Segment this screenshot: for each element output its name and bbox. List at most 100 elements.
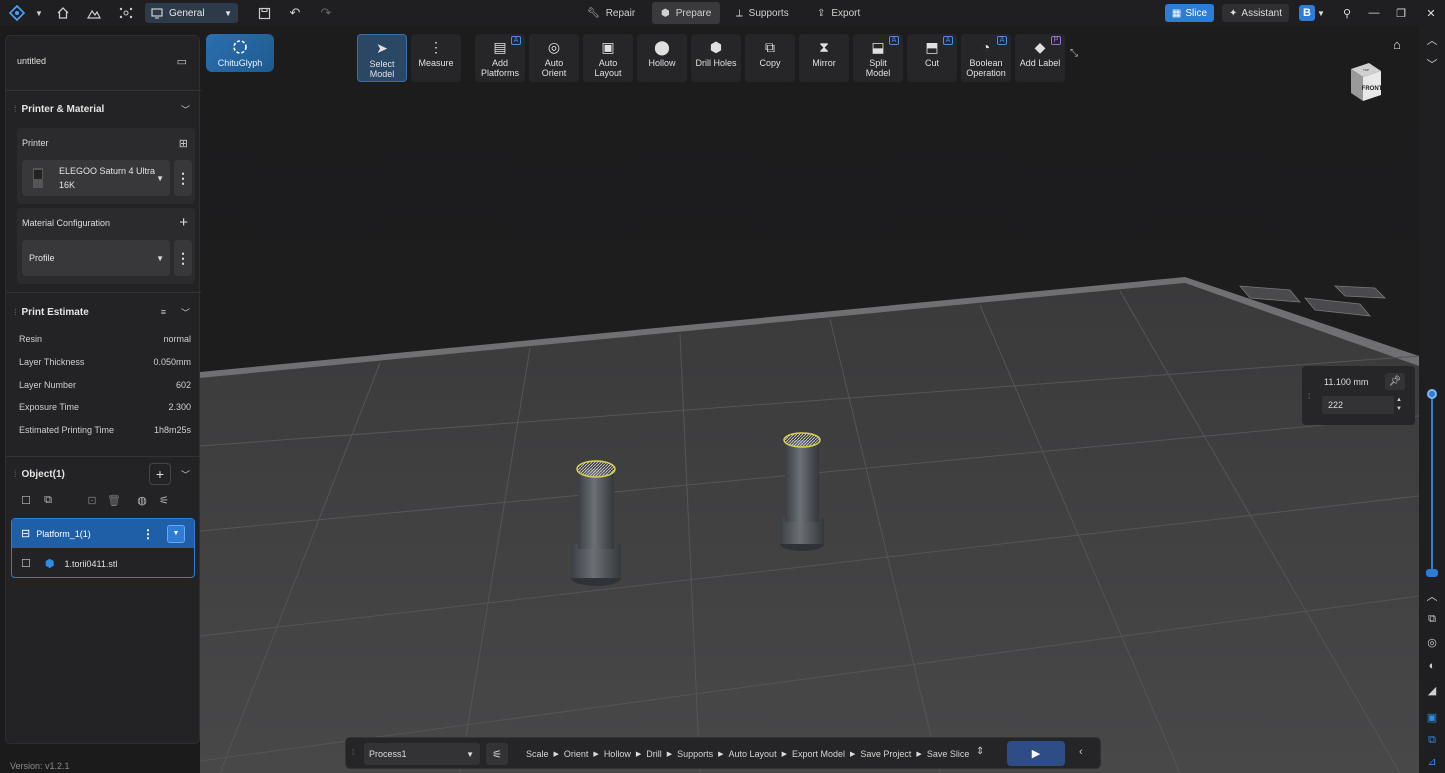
auto-layout-button[interactable]: ▣ Auto Layout [583, 34, 633, 82]
auto-orient-button[interactable]: ◎ Auto Orient [529, 34, 579, 82]
assistant-button[interactable]: ✦ Assistant [1222, 4, 1289, 22]
process-step[interactable]: Hollow [604, 749, 631, 759]
process-settings-icon[interactable]: ⚟ [486, 743, 508, 765]
drag-handle-icon[interactable]: ⁞ [352, 748, 354, 757]
drag-handle-icon[interactable]: ⁞ [1308, 392, 1310, 401]
select-model-button[interactable]: ➤ Select Model [357, 34, 407, 82]
tab-export[interactable]: ⇪ Export [808, 2, 869, 24]
platform-row[interactable]: ⊟ Platform_1(1) ⋮ ▼ [12, 519, 194, 548]
layer-slider-top-handle[interactable] [1427, 389, 1437, 399]
group-icon[interactable]: ⧉ [39, 491, 57, 509]
cut-button[interactable]: ⬒ Cut A [907, 34, 957, 82]
layers-icon[interactable]: ⧉ [1424, 611, 1440, 627]
3d-viewport[interactable]: FRONT TOP ⌂ ⤡ [200, 26, 1419, 773]
select-all-checkbox[interactable]: ☐ [17, 491, 35, 509]
file-checkbox[interactable]: ☐ [21, 557, 31, 570]
home-icon[interactable] [52, 2, 74, 24]
platform-more-icon[interactable]: ⋮ [142, 527, 154, 541]
restore-icon[interactable]: ❐ [1392, 4, 1410, 22]
slice-button[interactable]: ▦ Slice [1165, 4, 1214, 22]
process-select[interactable]: Process1 ▼ [364, 743, 480, 765]
account-button[interactable]: B ▼ [1299, 4, 1331, 22]
printer-material-header[interactable]: ⁞ Printer & Material ﹀ [6, 100, 201, 118]
object-header[interactable]: ⁞ Object(1) + ﹀ [6, 463, 201, 485]
tab-supports[interactable]: ⟂ Supports [727, 2, 798, 24]
printer-select[interactable]: ELEGOO Saturn 4 Ultra 16K ▼ [22, 160, 170, 196]
print-estimate-header[interactable]: ⁞ Print Estimate ≡ ﹀ [6, 303, 201, 321]
process-step[interactable]: Scale [526, 749, 549, 759]
tab-prepare[interactable]: ⬢ Prepare [652, 2, 721, 24]
frame-icon[interactable]: ⊡ [83, 491, 101, 509]
hollow-button[interactable]: ⬤ Hollow [637, 34, 687, 82]
drag-handle-icon[interactable]: ⁞ [14, 469, 16, 479]
layer-stepper[interactable]: ▲ ▼ [1396, 396, 1402, 414]
app-menu-chevron-icon[interactable]: ▼ [28, 2, 50, 24]
frame-view-icon[interactable]: ▣ [1424, 709, 1440, 725]
run-process-button[interactable]: ▶ [1007, 741, 1065, 766]
network-icon[interactable] [115, 2, 137, 24]
chevron-down-icon[interactable]: ﹀ [181, 103, 190, 116]
pin-icon[interactable]: 📌︎ [1385, 373, 1405, 390]
drag-handle-icon[interactable]: ⁞ [14, 104, 16, 114]
add-object-button[interactable]: + [149, 463, 171, 485]
process-step[interactable]: Export Model [792, 749, 845, 759]
chevron-down-icon[interactable]: ﹀ [1424, 56, 1440, 72]
chevron-up-icon[interactable]: ︿ [1424, 588, 1440, 604]
corner-view-icon[interactable]: ⊿ [1424, 753, 1440, 769]
save-icon[interactable] [253, 2, 275, 24]
process-step[interactable]: Save Slice [927, 749, 970, 759]
delete-icon[interactable]: 🗑︎ [105, 491, 123, 509]
printer-more-button[interactable]: ⋮ [174, 160, 192, 196]
printer-add-icon[interactable]: ⊞ [179, 137, 188, 150]
chevron-up-icon[interactable]: ︿ [1424, 32, 1440, 48]
drag-handle-icon[interactable]: ⁞ [14, 307, 16, 317]
pin-icon[interactable]: ⚲ [1338, 4, 1356, 22]
chevron-down-icon[interactable]: ﹀ [181, 306, 190, 319]
undo-icon[interactable]: ↶ [284, 2, 306, 24]
close-icon[interactable]: ✕ [1422, 4, 1440, 22]
add-material-icon[interactable]: + [179, 214, 188, 231]
chevron-down-icon[interactable]: ﹀ [181, 468, 190, 481]
add-label-button[interactable]: ◆ Add Label P [1015, 34, 1065, 82]
mirror-button[interactable]: ⧗ Mirror [799, 34, 849, 82]
process-step[interactable]: Drill [646, 749, 662, 759]
layer-slider-track[interactable] [1431, 394, 1433, 574]
process-step[interactable]: Auto Layout [729, 749, 777, 759]
boolean-operation-button[interactable]: ◔ Boolean Operation A [961, 34, 1011, 82]
expand-updown-icon[interactable]: ⇕ [976, 746, 984, 757]
file-row[interactable]: ☐ ⬢ 1.torii0411.stl [12, 549, 194, 578]
filter-icon[interactable]: ⚟ [155, 491, 173, 509]
palette-icon[interactable]: ◍ [133, 491, 151, 509]
panel-toggle-icon[interactable]: ▭ [177, 55, 187, 68]
target-icon[interactable]: ◎ [1424, 634, 1440, 650]
app-logo-icon[interactable] [6, 2, 28, 24]
drill-holes-button[interactable]: ⬢ Drill Holes [691, 34, 741, 82]
slice-view-icon[interactable]: ◢ [1424, 682, 1440, 698]
profile-select[interactable]: Profile ▼ [22, 240, 170, 276]
split-model-button[interactable]: ⬓ Split Model A [853, 34, 903, 82]
measure-button[interactable]: ⋮ Measure [411, 34, 461, 82]
collapse-left-icon[interactable]: ‹ [1079, 746, 1083, 758]
list-menu-icon[interactable]: ≡ [161, 307, 166, 317]
stack-view-icon[interactable]: ⧉ [1424, 732, 1440, 748]
globe-icon[interactable]: ◐ [1424, 658, 1440, 674]
workspace-dropdown[interactable]: General ▼ [145, 3, 238, 23]
add-platforms-button[interactable]: ▤ Add Platforms A [475, 34, 525, 82]
tab-repair[interactable]: 🔧︎ Repair [578, 2, 644, 24]
process-step[interactable]: Supports [677, 749, 713, 759]
copy-button[interactable]: ⧉ Copy [745, 34, 795, 82]
minimize-icon[interactable]: — [1365, 4, 1383, 22]
chituglyph-button[interactable]: ChituGlyph [206, 34, 274, 72]
layer-number-input[interactable]: 222 [1322, 396, 1394, 414]
process-step[interactable]: Orient [564, 749, 589, 759]
redo-icon[interactable]: ↷ [315, 2, 337, 24]
mountain-icon[interactable] [83, 2, 105, 24]
platform-expand-button[interactable]: ▼ [167, 524, 185, 543]
process-step[interactable]: Save Project [860, 749, 911, 759]
layer-slider-bottom-handle[interactable] [1426, 569, 1438, 577]
home-view-icon[interactable]: ⌂ [1393, 37, 1409, 53]
hollow-icon: ⬤ [654, 38, 670, 55]
collapse-toolbar-icon[interactable]: ⤡ [1070, 48, 1086, 64]
profile-more-button[interactable]: ⋮ [174, 240, 192, 276]
view-cube[interactable]: FRONT TOP [1345, 61, 1385, 105]
